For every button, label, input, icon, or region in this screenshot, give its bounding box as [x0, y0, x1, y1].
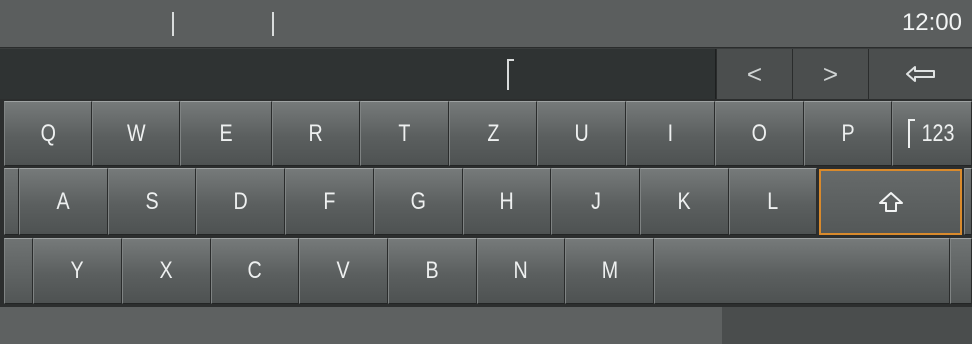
- key-label: A: [56, 187, 71, 215]
- key-a[interactable]: A: [19, 168, 108, 235]
- key-label: O: [751, 119, 768, 147]
- key-label: B: [425, 257, 440, 284]
- key-edge: [950, 238, 972, 304]
- key-label: W: [126, 119, 146, 147]
- key-edge: [964, 168, 972, 235]
- key-b[interactable]: B: [388, 238, 477, 304]
- key-c[interactable]: C: [211, 238, 299, 304]
- key-label: S: [145, 187, 159, 215]
- backspace-arrow-icon: [905, 66, 935, 82]
- key-label: V: [336, 257, 351, 284]
- status-separator: [172, 12, 174, 36]
- key-z[interactable]: Z: [449, 101, 537, 166]
- key-label: X: [159, 257, 174, 284]
- shift-arrow-icon: [878, 192, 903, 212]
- bottom-bar-left: [0, 307, 722, 344]
- backspace-button[interactable]: [868, 49, 972, 99]
- key-e[interactable]: E: [180, 101, 272, 166]
- key-label: T: [398, 119, 411, 147]
- numbers-key-label: 123: [921, 119, 955, 147]
- key-label: F: [323, 187, 336, 215]
- clock: 12:00: [901, 9, 962, 36]
- key-label: Q: [40, 119, 56, 147]
- text-cursor-icon: [907, 118, 915, 148]
- key-label: J: [590, 187, 601, 215]
- key-label: R: [308, 119, 324, 147]
- key-label: G: [410, 187, 427, 215]
- shift-key[interactable]: [819, 169, 962, 235]
- key-f[interactable]: F: [285, 168, 374, 235]
- cursor-left-label: <: [746, 58, 763, 89]
- key-label: U: [574, 119, 589, 147]
- key-w[interactable]: W: [92, 101, 180, 166]
- key-k[interactable]: K: [640, 168, 729, 235]
- text-cursor-icon: [507, 59, 514, 90]
- key-label: K: [677, 187, 692, 215]
- key-u[interactable]: U: [537, 101, 626, 166]
- bottom-bar: [0, 307, 972, 344]
- key-j[interactable]: J: [551, 168, 640, 235]
- text-input-field[interactable]: [0, 49, 716, 99]
- key-label: P: [841, 119, 855, 147]
- key-s[interactable]: S: [108, 168, 196, 235]
- key-g[interactable]: G: [374, 168, 463, 235]
- key-y[interactable]: Y: [33, 238, 122, 304]
- key-label: H: [499, 187, 515, 215]
- key-p[interactable]: P: [804, 101, 892, 166]
- space-key[interactable]: [654, 238, 950, 304]
- key-o[interactable]: O: [715, 101, 804, 166]
- key-h[interactable]: H: [463, 168, 551, 235]
- cursor-right-label: >: [822, 58, 839, 89]
- key-edge: [4, 168, 19, 235]
- key-label: C: [247, 257, 263, 284]
- key-d[interactable]: D: [196, 168, 285, 235]
- bottom-bar-right: [722, 307, 972, 344]
- key-label: D: [233, 187, 248, 215]
- key-n[interactable]: N: [477, 238, 565, 304]
- key-label: E: [219, 119, 233, 147]
- key-label: Z: [486, 119, 500, 147]
- cursor-left-button[interactable]: <: [716, 49, 792, 99]
- key-edge: [4, 238, 33, 304]
- key-x[interactable]: X: [122, 238, 211, 304]
- key-label: I: [667, 119, 674, 147]
- key-l[interactable]: L: [729, 168, 817, 235]
- keyboard: Q W E R T Z U I O P 123 A S D F G H J K …: [0, 99, 972, 307]
- numbers-mode-key[interactable]: 123: [892, 101, 972, 166]
- key-label: M: [601, 257, 618, 284]
- status-bar: 12:00: [0, 0, 972, 48]
- key-label: L: [767, 187, 779, 215]
- key-v[interactable]: V: [299, 238, 388, 304]
- status-separator: [272, 12, 274, 36]
- key-t[interactable]: T: [360, 101, 449, 166]
- key-label: Y: [70, 257, 85, 284]
- key-label: N: [513, 257, 529, 284]
- key-q[interactable]: Q: [4, 101, 92, 166]
- key-i[interactable]: I: [626, 101, 715, 166]
- key-m[interactable]: M: [565, 238, 654, 304]
- input-row: < >: [0, 49, 972, 99]
- cursor-right-button[interactable]: >: [792, 49, 868, 99]
- key-r[interactable]: R: [272, 101, 360, 166]
